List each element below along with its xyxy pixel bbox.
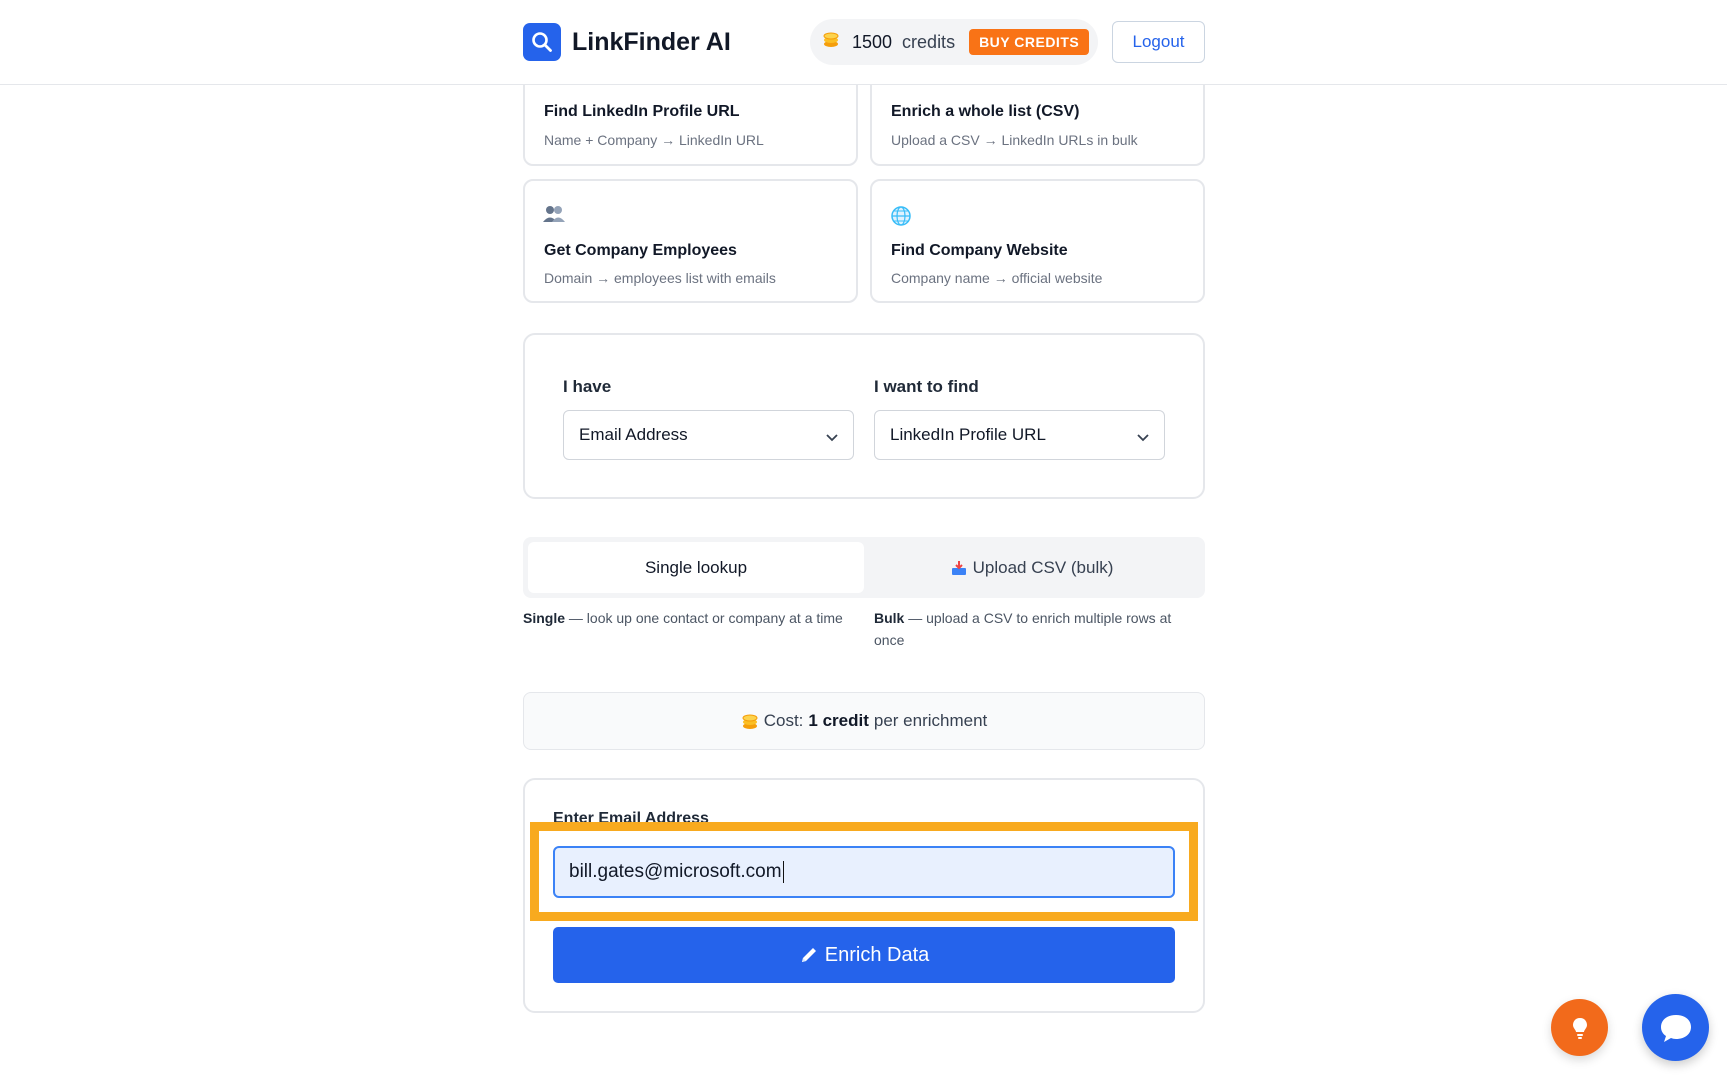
inbox-tray-icon bbox=[951, 560, 967, 576]
logout-button[interactable]: Logout bbox=[1112, 21, 1205, 63]
buy-credits-button[interactable]: BUY CREDITS bbox=[969, 29, 1090, 55]
top-navbar: LinkFinder AI 1500 credits BUY CREDITS L… bbox=[0, 0, 1727, 85]
bulk-mode-text: — upload a CSV to enrich multiple rows a… bbox=[874, 610, 1172, 648]
app-logo[interactable]: LinkFinder AI bbox=[523, 23, 731, 61]
have-select-value: Email Address bbox=[579, 425, 688, 444]
cost-info: Cost: 1 credit per enrichment bbox=[523, 692, 1205, 750]
mode-tabs: Single lookup Upload CSV (bulk) bbox=[523, 537, 1205, 598]
find-select[interactable]: LinkedIn Profile URL bbox=[874, 410, 1165, 460]
cost-prefix: Cost: bbox=[763, 711, 804, 730]
lookup-selector-panel: I have Email Address I want to find Link… bbox=[523, 333, 1205, 499]
chat-fab-button[interactable] bbox=[1642, 994, 1709, 1061]
text-caret bbox=[782, 861, 784, 883]
have-label: I have bbox=[563, 377, 612, 396]
single-mode-text: — look up one contact or company at a ti… bbox=[565, 610, 843, 626]
bulk-mode-description: Bulk — upload a CSV to enrich multiple r… bbox=[874, 607, 1204, 651]
people-icon bbox=[543, 205, 565, 228]
feature-subtitle: Domain → employees list with emails bbox=[544, 270, 776, 286]
email-input[interactable]: bill.gates@microsoft.com bbox=[553, 846, 1175, 898]
feature-title: Enrich a whole list (CSV) bbox=[891, 103, 1080, 120]
chat-bubble-icon bbox=[1659, 1012, 1693, 1044]
have-select[interactable]: Email Address bbox=[563, 410, 854, 460]
feature-card-company-employees[interactable]: Get Company Employees Domain → employees… bbox=[523, 179, 858, 303]
chevron-down-icon bbox=[825, 428, 839, 448]
enrich-data-button[interactable]: Enrich Data bbox=[553, 927, 1175, 983]
coins-icon bbox=[741, 712, 759, 730]
single-mode-description: Single — look up one contact or company … bbox=[523, 607, 853, 629]
globe-icon bbox=[890, 205, 912, 232]
enrich-data-label: Enrich Data bbox=[824, 943, 930, 966]
email-input-value: bill.gates@microsoft.com bbox=[569, 861, 782, 882]
tab-single-lookup[interactable]: Single lookup bbox=[528, 542, 864, 593]
cost-suffix: per enrichment bbox=[873, 711, 988, 730]
credits-balance: 1500 credits BUY CREDITS bbox=[810, 19, 1098, 65]
pencil-icon bbox=[799, 945, 819, 965]
search-icon bbox=[523, 23, 561, 61]
tips-fab-button[interactable] bbox=[1551, 999, 1608, 1056]
chevron-down-icon bbox=[1136, 428, 1150, 448]
find-label: I want to find bbox=[874, 377, 979, 396]
feature-subtitle: Company name → official website bbox=[891, 270, 1103, 286]
feature-card-company-website[interactable]: Find Company Website Company name → offi… bbox=[870, 179, 1205, 303]
credits-label: credits bbox=[902, 31, 956, 52]
lightbulb-icon bbox=[1570, 1016, 1590, 1040]
feature-title: Get Company Employees bbox=[544, 242, 737, 259]
bulk-mode-strong: Bulk bbox=[874, 610, 905, 626]
tab-upload-csv-label: Upload CSV (bulk) bbox=[972, 557, 1114, 577]
app-name: LinkFinder AI bbox=[572, 27, 731, 56]
credits-count: 1500 bbox=[852, 31, 893, 52]
feature-subtitle: Upload a CSV → LinkedIn URLs in bulk bbox=[891, 132, 1138, 148]
feature-title: Find Company Website bbox=[891, 242, 1068, 259]
coins-icon bbox=[822, 30, 840, 54]
tab-upload-csv[interactable]: Upload CSV (bulk) bbox=[864, 542, 1200, 593]
single-mode-strong: Single bbox=[523, 610, 566, 626]
cost-amount: 1 credit bbox=[808, 711, 869, 730]
find-select-value: LinkedIn Profile URL bbox=[890, 425, 1046, 444]
feature-subtitle: Name + Company → LinkedIn URL bbox=[544, 132, 764, 148]
feature-title: Find LinkedIn Profile URL bbox=[544, 103, 740, 120]
